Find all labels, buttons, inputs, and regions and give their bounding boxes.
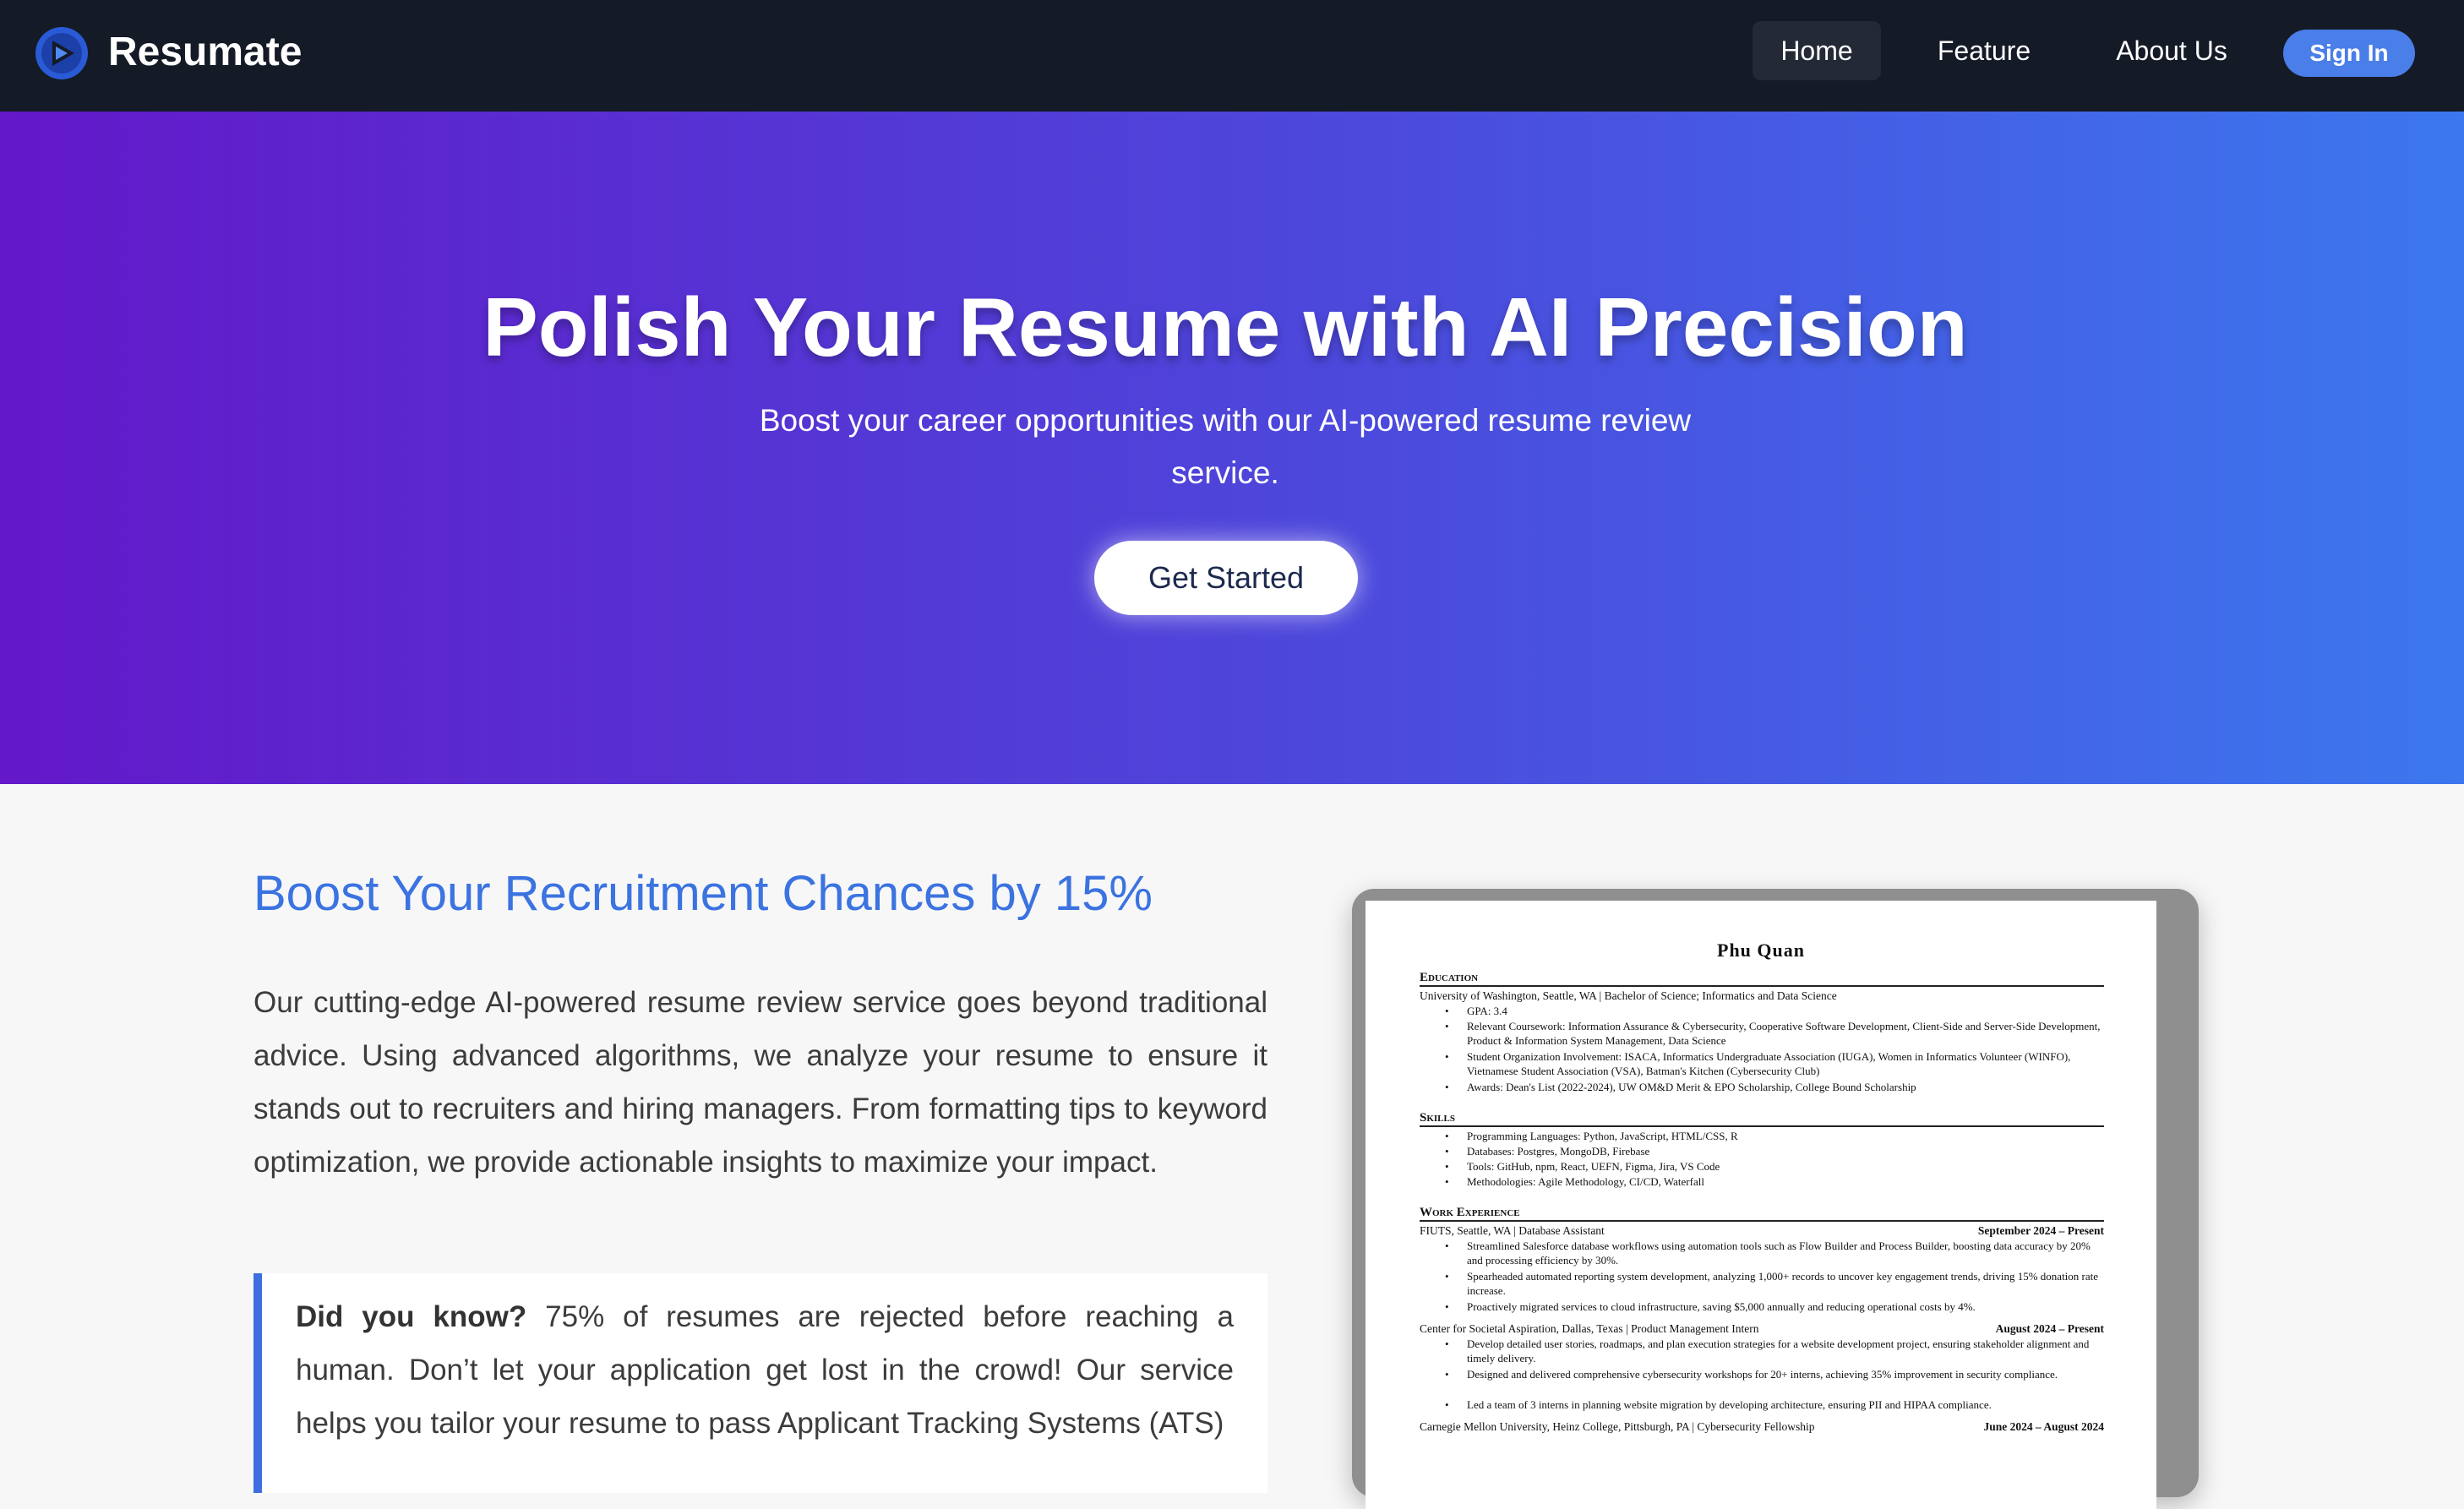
resume-job-title: Carnegie Mellon University, Heinz Colleg… — [1420, 1419, 2104, 1434]
resume-edu-line: University of Washington, Seattle, WA | … — [1420, 989, 1837, 1002]
resume-edu-bullet: Relevant Coursework: Information Assuran… — [1445, 1019, 2105, 1048]
resume-name: Phu Quan — [1717, 940, 1805, 961]
brand-name[interactable]: Resumate — [108, 27, 302, 78]
resume-job-bullet: Led a team of 3 interns in planning webs… — [1445, 1397, 2105, 1412]
get-started-button[interactable]: Get Started — [1094, 541, 1358, 615]
resume-job-bullet: Proactively migrated services to cloud i… — [1445, 1299, 2105, 1314]
resume-job-date: September 2024 – Present — [1977, 1224, 2104, 1237]
resume-job-title: FIUTS, Seattle, WA | Database Assistant … — [1420, 1223, 2104, 1238]
resume-job-title: Center for Societal Aspiration, Dallas, … — [1420, 1321, 2104, 1336]
resume-job-date: June 2024 – August 2024 — [1983, 1420, 2104, 1433]
hero-subtitle: Boost your career opportunities with our… — [759, 403, 1692, 490]
resume-job-name: FIUTS, Seattle, WA | Database Assistant — [1420, 1224, 1605, 1237]
resume-preview-frame: Phu Quan Education University of Washing… — [1352, 889, 2199, 1509]
resume-work-header: Work Experience — [1420, 1205, 2104, 1222]
section-title: Boost Your Recruitment Chances by 15% — [253, 866, 1153, 921]
sign-in-button[interactable]: Sign In — [2283, 30, 2415, 77]
resume-edu-bullet: Student Organization Involvement: ISACA,… — [1445, 1049, 2105, 1078]
logo-icon[interactable] — [34, 25, 90, 81]
callout-lead: Did you know? — [296, 1300, 527, 1333]
resume-document: Phu Quan Education University of Washing… — [1366, 901, 2156, 1509]
resume-skills-header: Skills — [1420, 1110, 2104, 1127]
resume-job-name: Carnegie Mellon University, Heinz Colleg… — [1420, 1420, 1815, 1433]
resume-education-header: Education — [1420, 970, 2104, 987]
resume-edu-bullet: GPA: 3.4 — [1445, 1004, 2105, 1018]
resume-job-bullet: Streamlined Salesforce database workflow… — [1445, 1239, 2105, 1267]
resume-skill-item: Methodologies: Agile Methodology, CI/CD,… — [1445, 1174, 2105, 1189]
nav-feature[interactable]: Feature — [1922, 21, 2047, 80]
callout-text: Did you know? 75% of resumes are rejecte… — [296, 1290, 1234, 1450]
top-navbar: Resumate Home Feature About Us Sign In — [0, 0, 2464, 112]
resume-job-bullet: Develop detailed user stories, roadmaps,… — [1445, 1337, 2105, 1365]
did-you-know-callout: Did you know? 75% of resumes are rejecte… — [253, 1273, 1267, 1493]
hero-section: Polish Your Resume with AI Precision Boo… — [0, 112, 2464, 784]
nav-home[interactable]: Home — [1753, 21, 1881, 80]
resume-job-bullet: Spearheaded automated reporting system d… — [1445, 1269, 2105, 1298]
resume-skill-item: Tools: GitHub, npm, React, UEFN, Figma, … — [1445, 1159, 2105, 1174]
resume-skill-item: Databases: Postgres, MongoDB, Firebase — [1445, 1144, 2105, 1158]
resume-skill-item: Programming Languages: Python, JavaScrip… — [1445, 1129, 2105, 1143]
hero-title: Polish Your Resume with AI Precision — [482, 281, 1968, 373]
resume-edu-bullet: Awards: Dean's List (2022-2024), UW OM&D… — [1445, 1080, 2105, 1094]
resume-job-name: Center for Societal Aspiration, Dallas, … — [1420, 1322, 1759, 1335]
resume-job-bullet: Designed and delivered comprehensive cyb… — [1445, 1367, 2105, 1381]
intro-paragraph: Our cutting-edge AI-powered resume revie… — [253, 986, 1267, 1179]
resume-job-date: August 2024 – Present — [1995, 1322, 2104, 1335]
nav-about-us[interactable]: About Us — [2102, 21, 2241, 80]
